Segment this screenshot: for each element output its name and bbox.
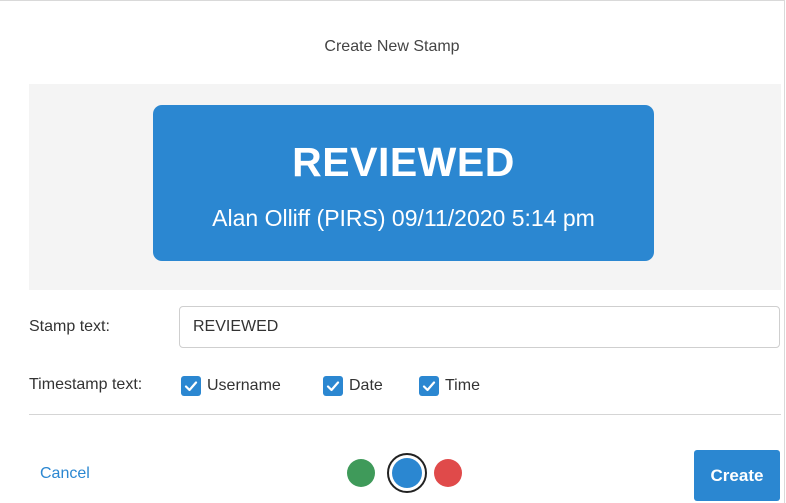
date-checkbox[interactable]: Date <box>323 375 383 397</box>
color-swatch-blue[interactable] <box>392 458 422 488</box>
stamp-preview: REVIEWED Alan Olliff (PIRS) 09/11/2020 5… <box>153 105 654 261</box>
check-icon[interactable] <box>181 376 201 396</box>
timestamp-text-label: Timestamp text: <box>29 376 143 393</box>
stamp-preview-area: REVIEWED Alan Olliff (PIRS) 09/11/2020 5… <box>29 84 781 290</box>
cancel-button[interactable]: Cancel <box>40 465 90 483</box>
time-checkbox[interactable]: Time <box>419 375 480 397</box>
date-checkbox-label: Date <box>349 377 383 394</box>
check-icon[interactable] <box>419 376 439 396</box>
stamp-text-label: Stamp text: <box>29 318 110 335</box>
username-checkbox-label: Username <box>207 377 281 394</box>
stamp-text-input[interactable] <box>179 306 780 348</box>
dialog-title: Create New Stamp <box>324 38 460 55</box>
color-swatch-red[interactable] <box>434 459 462 487</box>
username-checkbox[interactable]: Username <box>181 375 281 397</box>
color-swatch-green[interactable] <box>347 459 375 487</box>
create-stamp-dialog: Create New Stamp REVIEWED Alan Olliff (P… <box>0 0 785 503</box>
stamp-preview-text: REVIEWED <box>292 139 515 185</box>
divider <box>29 414 781 415</box>
create-button[interactable]: Create <box>694 450 780 501</box>
stamp-preview-timestamp: Alan Olliff (PIRS) 09/11/2020 5:14 pm <box>212 205 595 231</box>
time-checkbox-label: Time <box>445 377 480 394</box>
check-icon[interactable] <box>323 376 343 396</box>
